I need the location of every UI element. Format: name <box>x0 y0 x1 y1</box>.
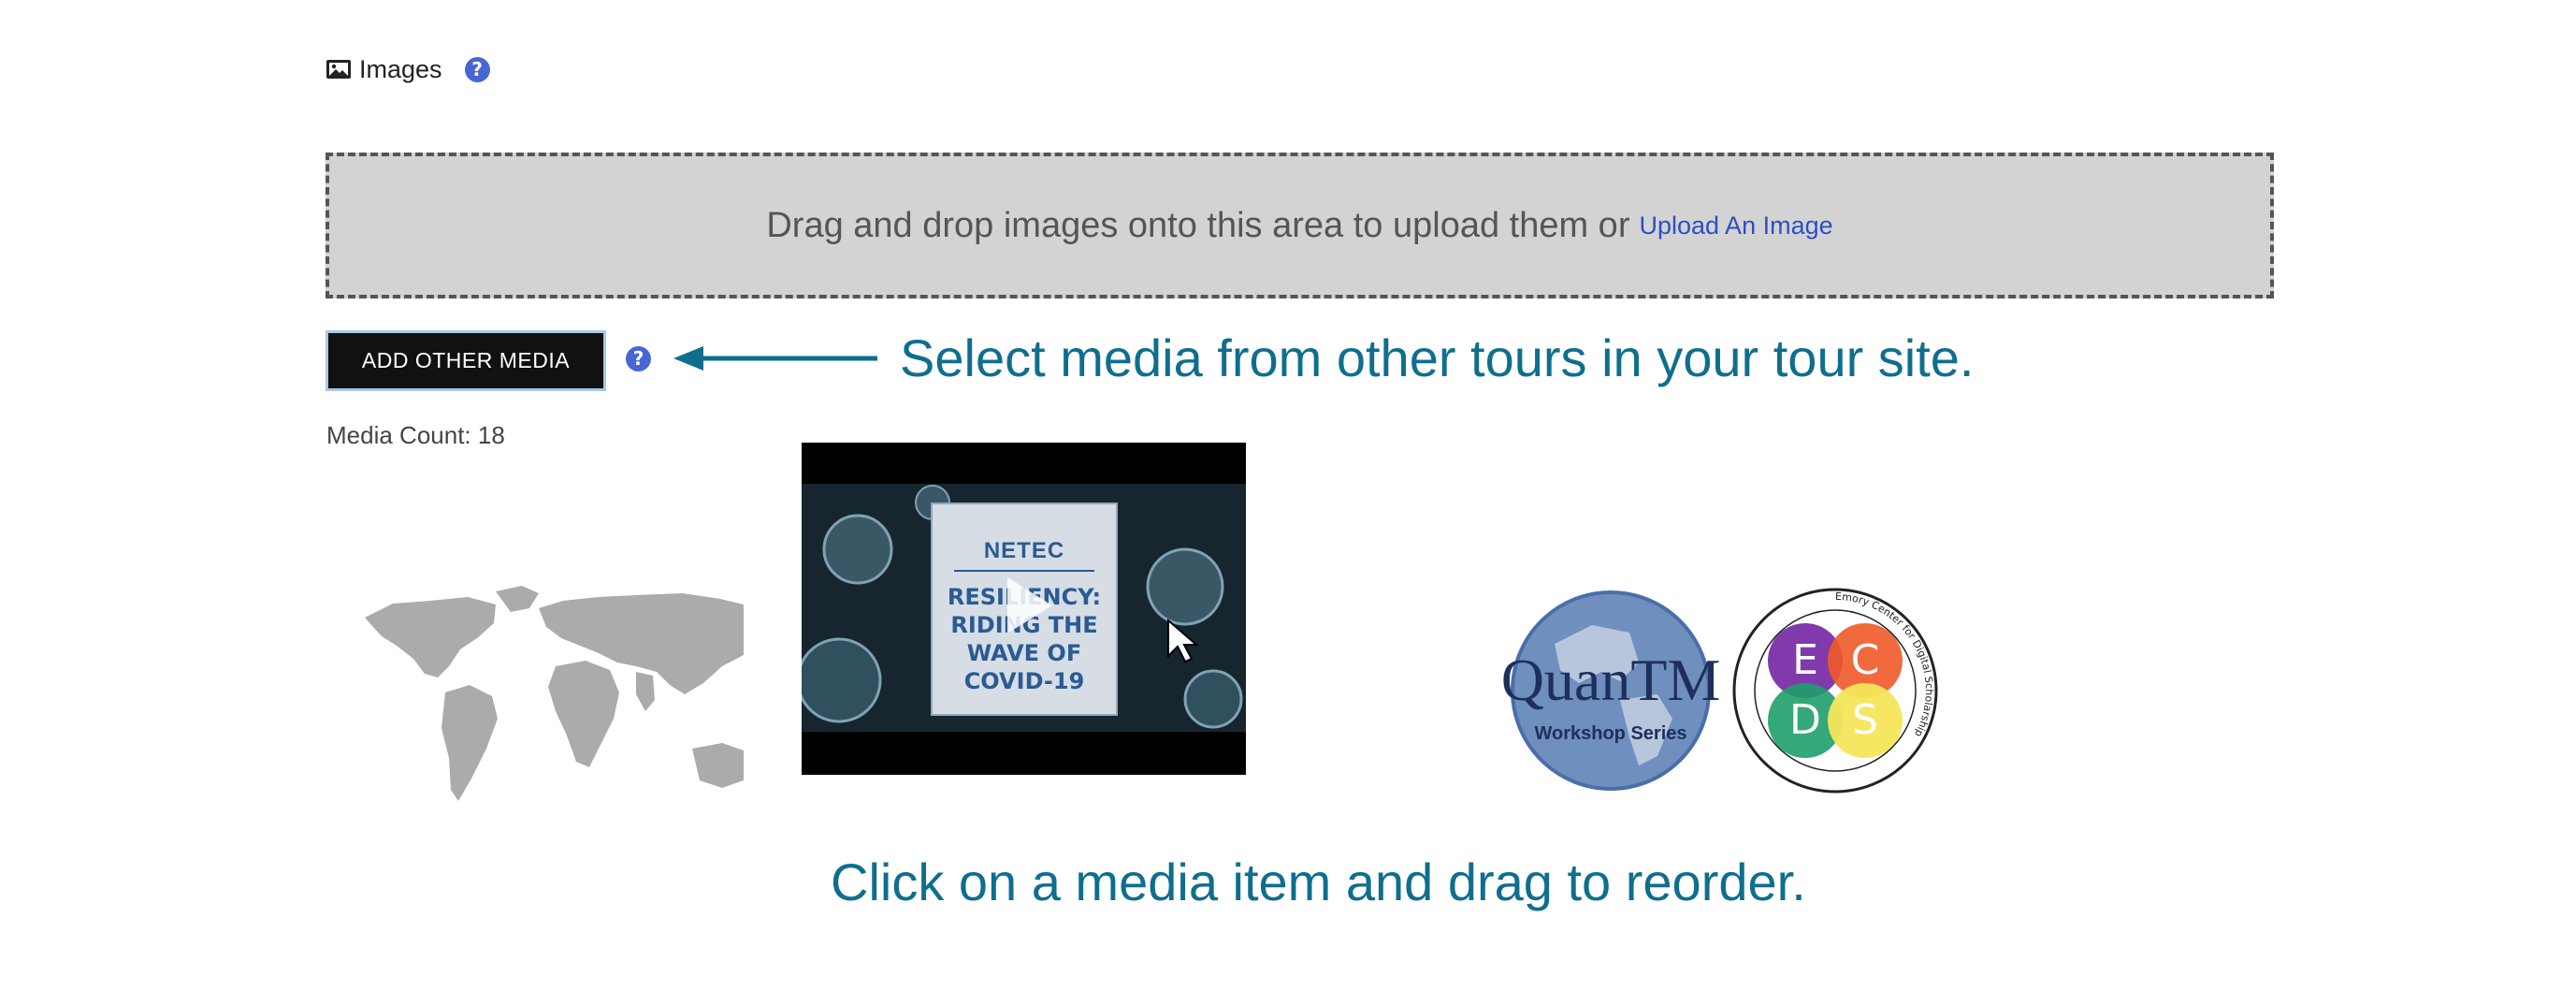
section-title: Images <box>359 54 442 83</box>
ecds-letter-e: E <box>1792 636 1818 684</box>
help-icon[interactable]: ? <box>464 56 490 82</box>
quantm-logo-subtitle: Workshop Series <box>1534 723 1686 744</box>
poster-divider <box>954 570 1094 572</box>
media-item-video[interactable]: NETEC RESILIENCY: RIDING THE WAVE OF COV… <box>802 443 1246 775</box>
play-icon[interactable] <box>1007 577 1052 634</box>
media-count: Media Count: 18 <box>326 421 505 449</box>
ecds-letter-d: D <box>1789 696 1821 744</box>
world-map-icon <box>365 586 744 801</box>
add-other-media-button[interactable]: ADD OTHER MEDIA <box>326 330 606 391</box>
ecds-letter-s: S <box>1852 696 1878 744</box>
media-item-world-map[interactable] <box>355 580 744 823</box>
quantm-ecds-logos: QuanTM Workshop Series E C D S Emory Cen… <box>1501 588 1938 794</box>
image-upload-dropzone[interactable]: Drag and drop images onto this area to u… <box>326 153 2274 299</box>
upload-image-link[interactable]: Upload An Image <box>1639 211 1832 240</box>
mouse-cursor-icon <box>1167 619 1198 663</box>
add-media-help-icon[interactable]: ? <box>626 346 651 371</box>
images-section-header: Images ? <box>326 51 490 88</box>
arrow-left-icon <box>673 346 877 371</box>
media-item-logos[interactable]: QuanTM Workshop Series E C D S Emory Cen… <box>1489 578 1938 803</box>
video-thumbnail: NETEC RESILIENCY: RIDING THE WAVE OF COV… <box>802 484 1246 732</box>
image-icon <box>326 58 352 80</box>
dropzone-message: Drag and drop images onto this area to u… <box>766 205 1630 245</box>
ecds-letter-c: C <box>1851 636 1880 684</box>
annotation-select-media: Select media from other tours in your to… <box>900 328 1975 387</box>
quantm-logo-text: QuanTM <box>1501 647 1721 713</box>
video-brand: NETEC <box>983 538 1065 563</box>
annotation-reorder: Click on a media item and drag to reorde… <box>831 852 1806 911</box>
